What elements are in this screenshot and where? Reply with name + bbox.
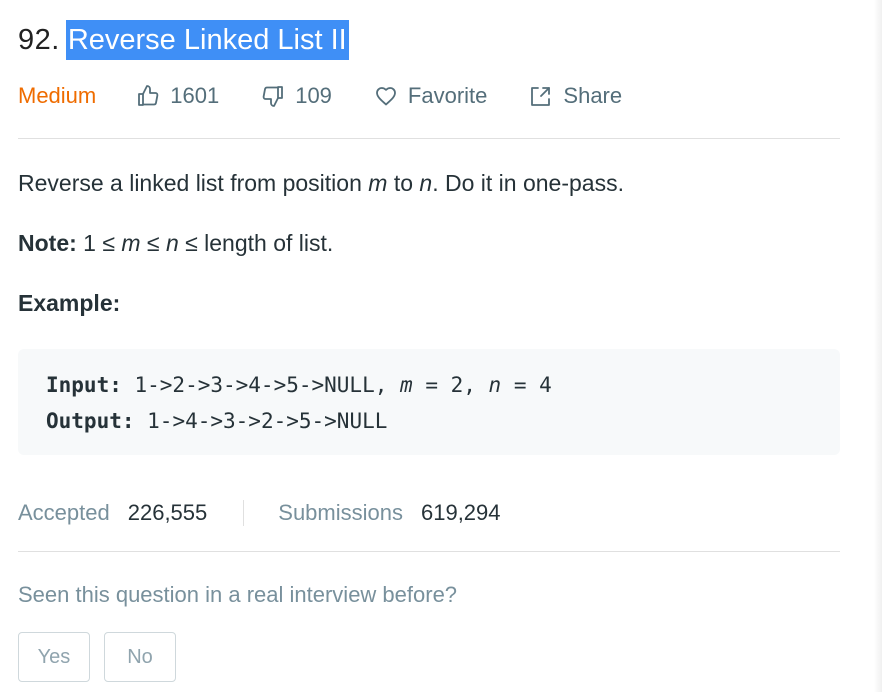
interview-question: Seen this question in a real interview b… xyxy=(18,582,458,607)
submissions-value: 619,294 xyxy=(420,500,501,525)
description-text: to xyxy=(387,170,420,196)
problem-page: 92. Reverse Linked List II Medium 1601 1… xyxy=(0,0,882,692)
variable-n: n xyxy=(419,170,433,196)
dislike-count: 109 xyxy=(295,83,332,108)
problem-meta-row: Medium 1601 109 Favorite Share xyxy=(18,76,840,116)
note-text: 1 ≤ xyxy=(76,230,122,256)
output-label: Output: xyxy=(46,409,135,433)
problem-title-row: 92. Reverse Linked List II xyxy=(18,18,840,62)
difficulty-badge: Medium xyxy=(18,83,97,108)
submissions-label: Submissions xyxy=(278,500,403,525)
submission-stats: Accepted 226,555 Submissions 619,294 xyxy=(18,497,840,529)
favorite-button[interactable]: Favorite xyxy=(374,83,487,109)
description-text: Reverse a linked list from position xyxy=(18,170,369,196)
thumbs-up-icon xyxy=(138,85,159,106)
input-label: Input: xyxy=(46,373,122,397)
code-text: = 2, xyxy=(412,373,489,397)
code-text: 1->4->3->2->5->NULL xyxy=(134,409,388,433)
note-line: Note: 1 ≤ m ≤ n ≤ length of list. xyxy=(18,227,840,259)
example-heading: Example: xyxy=(18,290,121,316)
variable-n: n xyxy=(165,230,179,256)
description-text: . Do it in one-pass. xyxy=(432,170,624,196)
accepted-value: 226,555 xyxy=(127,500,208,525)
stats-divider-line xyxy=(18,551,840,552)
note-label: Note: xyxy=(18,230,77,256)
accepted-label: Accepted xyxy=(18,500,110,525)
note-text: ≤ length of list. xyxy=(178,230,334,256)
variable-m: m xyxy=(368,170,388,196)
example-input-line: Input: 1->2->3->4->5->NULL, m = 2, n = 4 xyxy=(46,369,812,405)
share-button[interactable]: Share xyxy=(529,83,622,109)
share-icon xyxy=(531,87,551,106)
code-text: 1->2->3->4->5->NULL, xyxy=(121,373,401,397)
problem-description-panel: 92. Reverse Linked List II Medium 1601 1… xyxy=(18,18,840,682)
problem-number: 92. xyxy=(18,24,60,56)
yes-button[interactable]: Yes xyxy=(18,632,90,682)
thumbs-down-icon xyxy=(262,86,284,107)
variable-n: n xyxy=(488,373,502,397)
heart-icon xyxy=(376,87,396,106)
description-line: Reverse a linked list from position m to… xyxy=(18,167,840,199)
no-button[interactable]: No xyxy=(104,632,176,682)
favorite-label: Favorite xyxy=(407,83,488,108)
meta-divider xyxy=(18,138,840,139)
variable-m: m xyxy=(121,230,141,256)
problem-title[interactable]: Reverse Linked List II xyxy=(65,20,349,60)
code-text: = 4 xyxy=(501,373,552,397)
example-output-line: Output: 1->4->3->2->5->NULL xyxy=(46,405,812,441)
share-label: Share xyxy=(563,83,623,108)
like-count: 1601 xyxy=(170,83,220,108)
example-code-block: Input: 1->2->3->4->5->NULL, m = 2, n = 4… xyxy=(18,349,840,455)
stats-divider xyxy=(243,500,245,526)
panel-edge-shadow xyxy=(874,0,882,692)
dislike-button[interactable]: 109 xyxy=(261,83,332,109)
like-button[interactable]: 1601 xyxy=(136,83,219,109)
note-text: ≤ xyxy=(140,230,166,256)
interview-answer-buttons: Yes No xyxy=(18,632,840,682)
variable-m: m xyxy=(400,373,413,397)
